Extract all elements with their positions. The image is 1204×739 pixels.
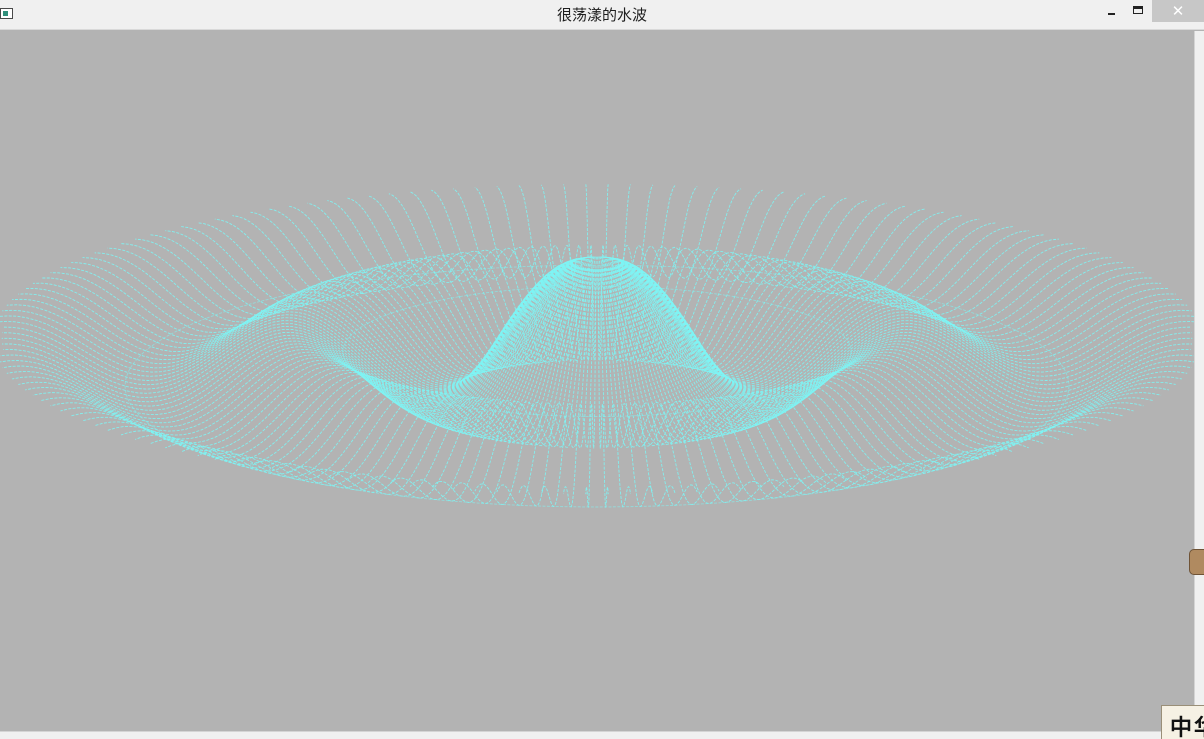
wave-radial-line xyxy=(620,261,1188,394)
bottom-edge-bar xyxy=(0,731,1204,739)
wave-radial-line xyxy=(596,184,609,361)
wave-radial-line xyxy=(197,222,582,371)
wave-radial-line xyxy=(620,263,1192,412)
wave-radial-line xyxy=(6,261,574,394)
wave-radial-line xyxy=(585,184,598,361)
wave-radial-line xyxy=(617,257,1112,381)
render-canvas[interactable] xyxy=(0,31,1194,731)
side-tab-handle[interactable] xyxy=(1189,549,1204,575)
wave-radial-line xyxy=(2,262,573,402)
minimize-button[interactable] xyxy=(1096,0,1126,22)
window-title: 很荡漾的水波 xyxy=(556,6,647,24)
wave-radial-line xyxy=(612,222,997,371)
right-edge-bar xyxy=(1194,31,1204,731)
wave-radial-line xyxy=(613,226,1013,372)
app-window: 很荡漾的水波 ✕ 中华 xyxy=(0,0,1204,739)
water-wave-mesh xyxy=(0,184,1194,509)
wave-radial-line xyxy=(621,262,1192,402)
corner-logo: 中华 xyxy=(1161,705,1204,739)
close-button[interactable]: ✕ xyxy=(1152,0,1204,22)
title-bar[interactable]: 很荡漾的水波 ✕ xyxy=(0,0,1204,30)
wave-radial-line xyxy=(621,262,1192,405)
maximize-button[interactable] xyxy=(1126,0,1152,22)
wave-radial-line xyxy=(2,262,573,405)
wave-radial-line xyxy=(181,226,581,372)
close-icon: ✕ xyxy=(1171,2,1185,20)
wave-radial-line xyxy=(612,267,997,478)
corner-logo-text: 中华 xyxy=(1170,715,1204,739)
wave-radial-line xyxy=(197,267,582,478)
wave-radial-line xyxy=(82,257,577,381)
wave-radial-line xyxy=(2,263,574,412)
wave-lines xyxy=(0,184,1194,509)
